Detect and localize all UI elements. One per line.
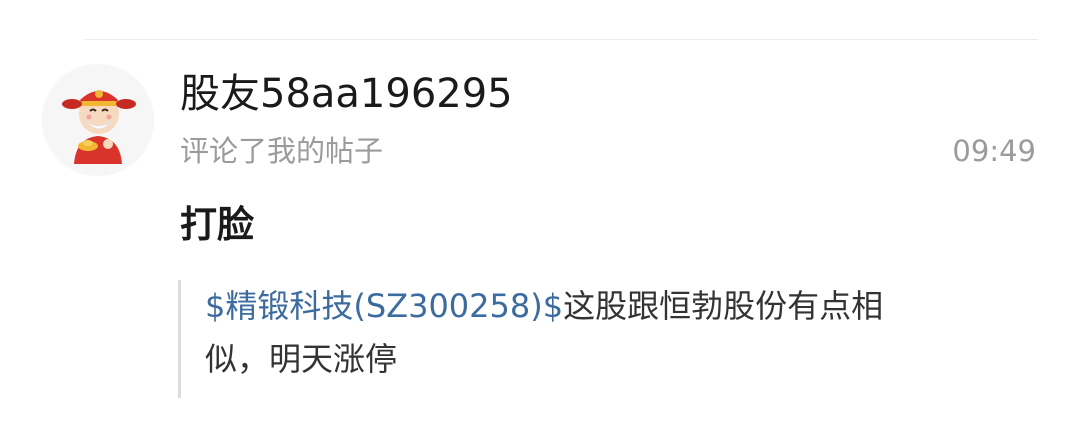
stock-link[interactable]: $精锻科技(SZ300258)$ bbox=[205, 287, 563, 325]
fortune-god-avatar-icon bbox=[42, 64, 154, 176]
top-divider bbox=[84, 39, 1038, 40]
quoted-post-text-line1: 这股跟恒勃股份有点相 bbox=[563, 287, 884, 325]
user-avatar[interactable] bbox=[42, 64, 154, 176]
notification-time: 09:49 bbox=[952, 134, 1036, 168]
username[interactable]: 股友58aa196295 bbox=[180, 66, 513, 122]
quoted-post-text-line2: 似，明天涨停 bbox=[205, 340, 398, 378]
comment-text[interactable]: 打脸 bbox=[180, 199, 254, 251]
quoted-post[interactable]: $精锻科技(SZ300258)$这股跟恒勃股份有点相 似，明天涨停 bbox=[178, 280, 1034, 398]
notification-action-text: 评论了我的帖子 bbox=[180, 134, 384, 168]
